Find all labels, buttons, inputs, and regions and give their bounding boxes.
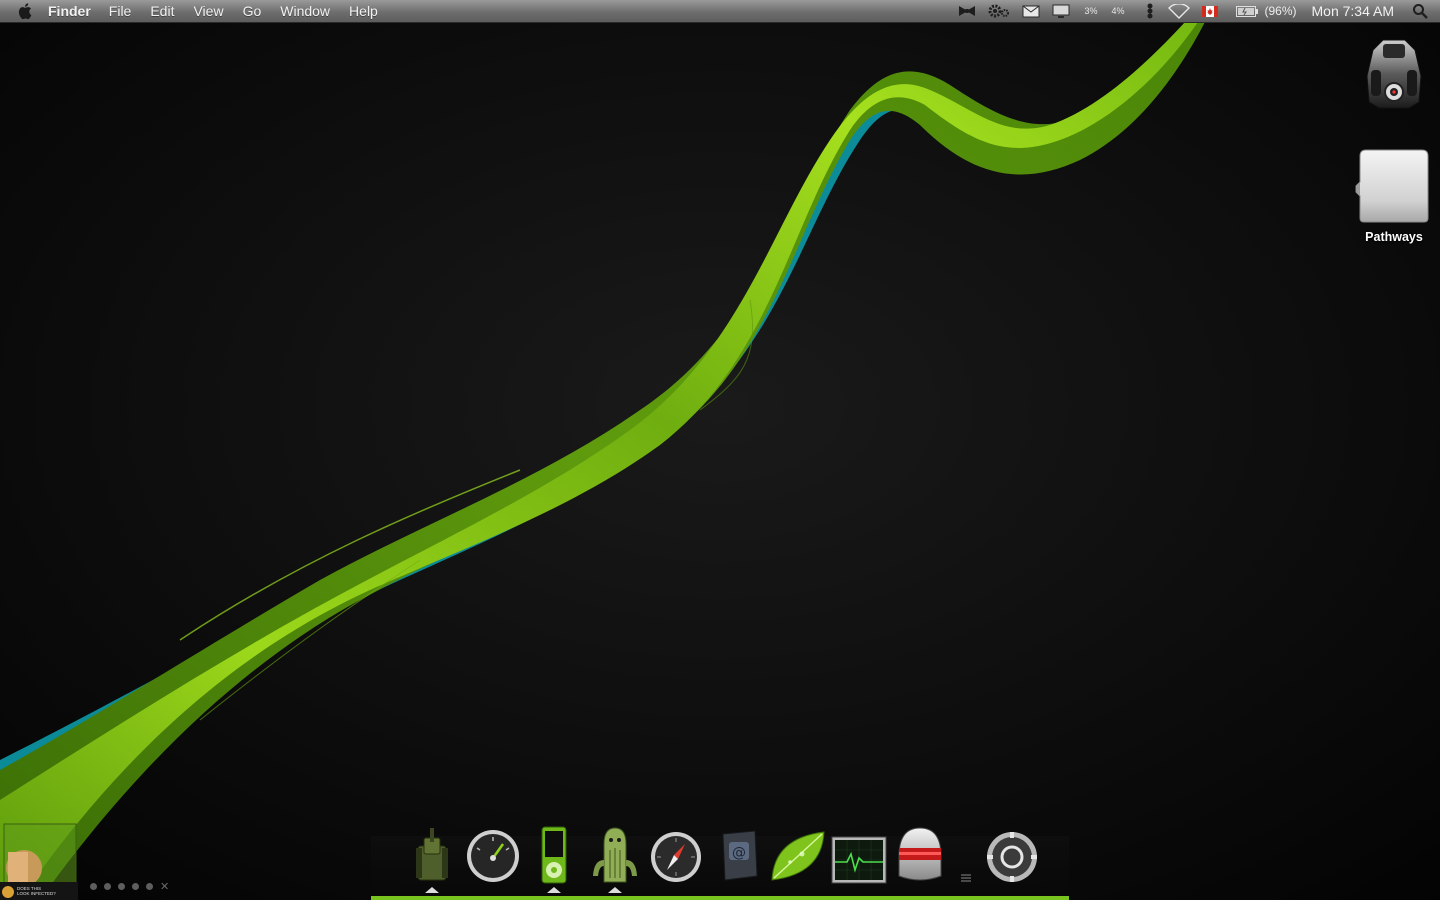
svg-text:@: @ [732,845,746,861]
desktop-wallpaper [0,0,1440,900]
pager-dot[interactable] [90,883,97,890]
apple-icon[interactable] [18,2,34,20]
running-indicator [425,887,439,893]
pager-dot[interactable] [104,883,111,890]
dock-item-power[interactable] [982,822,1042,884]
menu-bar: Finder File Edit View Go Window Help 3% … [0,0,1440,23]
external-drive-icon [1355,149,1429,223]
cpu-usage-2[interactable]: 4% [1111,6,1124,16]
running-indicator [547,887,561,893]
menu-help[interactable]: Help [349,3,378,19]
safari-compass-icon [651,832,701,882]
dock-item-stack[interactable] [951,822,981,884]
dock-item-mail[interactable]: @ [707,822,767,884]
stacks-separator-icon [961,874,971,882]
pager-dot[interactable] [146,883,153,890]
pager-dot[interactable] [132,883,139,890]
widget-caption: DOES THIS LOOK INFECTED? [17,886,56,896]
batmobile-icon [1366,39,1422,109]
menu-edit[interactable]: Edit [150,3,174,19]
leaf-icon [771,831,825,881]
power-button-icon [987,832,1037,882]
mail-icon[interactable] [1022,5,1040,18]
bowtie-icon[interactable] [958,4,976,18]
menu-window[interactable]: Window [280,3,330,19]
dock-item-robot[interactable] [890,822,950,884]
menu-extras: 3% 4% (96%) Mon 7:34 AM [946,0,1440,22]
display-icon[interactable] [1052,4,1070,19]
tank-icon [416,828,448,881]
dock-item-cactus[interactable] [585,822,645,884]
gear-icon[interactable] [988,3,1010,19]
cactus-creature-icon [593,827,637,883]
menu-view[interactable]: View [193,3,223,19]
widget-pager: ✕ [90,880,169,893]
canada-flag-icon[interactable] [1202,5,1219,17]
menu-app-finder[interactable]: Finder [48,3,91,19]
desktop-icon-batmobile[interactable] [1360,36,1428,110]
dashboard-gauge-icon [467,830,519,882]
activity-monitor-icon [831,836,887,884]
dock-item-leaf[interactable] [768,822,828,884]
running-indicator [608,887,622,893]
dock-item-ipod[interactable] [524,822,584,884]
pager-dot[interactable] [118,883,125,890]
dock-item-safari[interactable] [646,822,706,884]
menu-file[interactable]: File [109,3,132,19]
battery-icon[interactable] [1236,5,1259,17]
cpu-usage-1[interactable]: 3% [1084,6,1097,16]
mail-stamp-icon: @ [722,830,758,881]
spotlight-icon[interactable] [1412,3,1428,19]
desktop-icon-pathways[interactable]: Pathways [1352,146,1436,244]
dock-item-tank[interactable] [402,822,462,884]
wifi-icon[interactable] [1168,3,1191,19]
dock-accent-line [371,896,1069,900]
bluetooth-icon[interactable] [1146,3,1154,19]
robot-helmet-icon [898,827,942,881]
battery-percent[interactable]: (96%) [1264,4,1296,18]
dock-item-dashboard[interactable] [463,822,523,884]
close-icon[interactable]: ✕ [160,880,169,893]
menu-go[interactable]: Go [243,3,262,19]
desktop-icon-label: Pathways [1365,230,1423,244]
ipod-nano-icon [541,826,567,884]
dock-item-activity-monitor[interactable] [829,822,889,884]
menu-clock[interactable]: Mon 7:34 AM [1312,3,1395,19]
